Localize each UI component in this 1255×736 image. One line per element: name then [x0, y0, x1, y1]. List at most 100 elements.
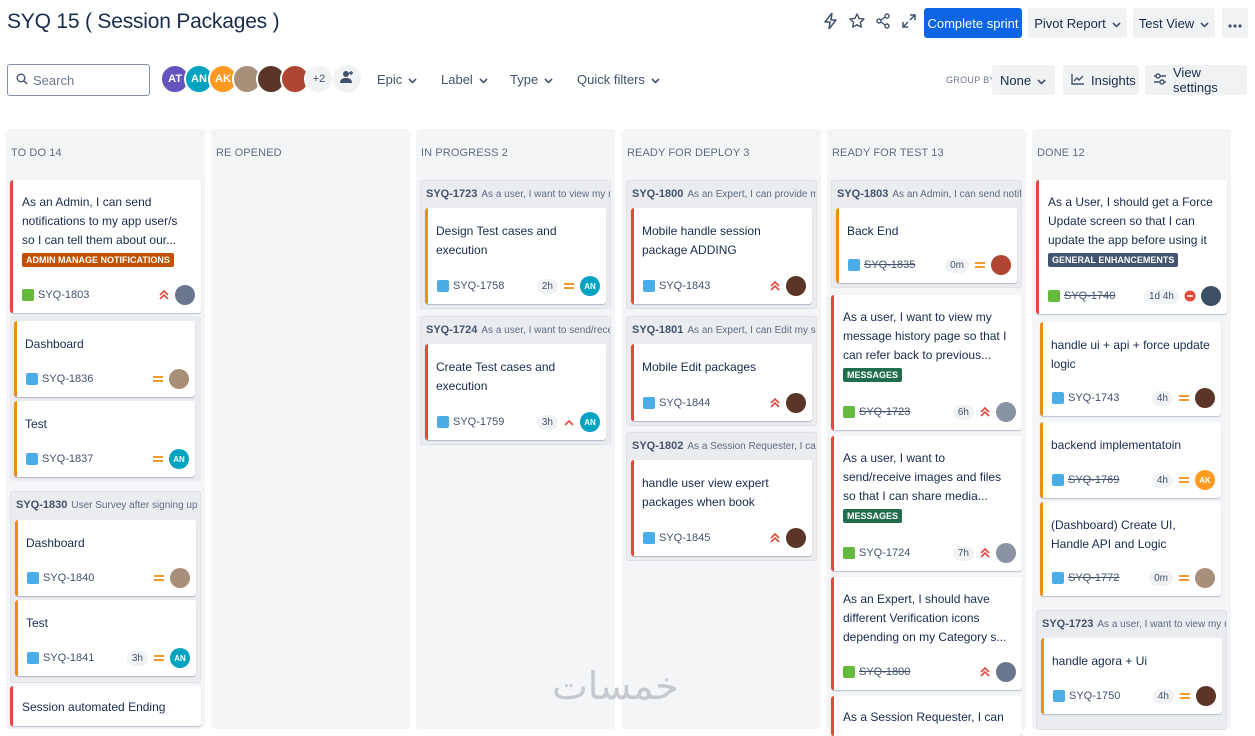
card-meta: SYQ-1740 1d 4h: [1048, 285, 1221, 307]
card-title: Back End: [847, 224, 899, 238]
more-icon: [1228, 16, 1242, 31]
issue-card[interactable]: Mobile Edit packages SYQ-1844: [631, 344, 812, 421]
chevron-down-icon: [408, 72, 417, 87]
task-icon: [848, 259, 860, 271]
issue-card[interactable]: Test SYQ-1837 AN: [14, 401, 195, 477]
assignee-avatar: AN: [169, 449, 189, 469]
parent-header[interactable]: SYQ-1724As a user, I want to send/receiv…: [421, 317, 610, 343]
card-title: As an Admin, I can send notifications to…: [22, 195, 178, 247]
card-group: Dashboard SYQ-1836 Test SYQ-1837 AN: [10, 316, 201, 481]
assignee-avatar: AN: [580, 412, 600, 432]
issue-card[interactable]: As a User, I should get a Force Update s…: [1036, 180, 1227, 314]
issue-key: SYQ-1759: [453, 416, 505, 428]
issue-card[interactable]: Mobile handle session package ADDING SYQ…: [631, 208, 812, 304]
issue-card[interactable]: handle user view expert packages when bo…: [631, 460, 812, 556]
task-icon: [437, 280, 449, 292]
assignee-avatar: [786, 276, 806, 296]
lightning-icon[interactable]: [822, 12, 840, 30]
card-meta: SYQ-1836: [26, 368, 189, 390]
parent-header[interactable]: SYQ-1803As an Admin, I can send notific.…: [832, 181, 1021, 207]
parent-group: SYQ-1803As an Admin, I can send notific.…: [831, 180, 1022, 288]
type-filter[interactable]: Type: [510, 72, 553, 87]
issue-card[interactable]: handle ui + api + force update logic SYQ…: [1040, 322, 1221, 416]
parent-header[interactable]: SYQ-1802As a Session Requester, I can c.…: [627, 433, 816, 459]
card-title: (Dashboard) Create UI, Handle API and Lo…: [1051, 518, 1176, 551]
parent-key: SYQ-1800: [632, 188, 684, 200]
search-placeholder: Search: [33, 72, 75, 88]
epic-filter[interactable]: Epic: [377, 72, 417, 87]
priority-medium-icon: [973, 258, 987, 272]
parent-summary: As a Session Requester, I can c...: [687, 440, 816, 452]
view-settings-button[interactable]: View settings: [1145, 65, 1247, 95]
assignee-avatar: [1201, 286, 1221, 306]
search-input[interactable]: Search: [7, 64, 150, 96]
parent-header[interactable]: SYQ-1801As an Expert, I can Edit my sess…: [627, 317, 816, 343]
issue-card[interactable]: backend implementatoin SYQ-1769 4h AK: [1040, 422, 1221, 498]
issue-key: SYQ-1769: [1068, 474, 1120, 486]
card-meta: SYQ-1841 3h AN: [27, 647, 190, 669]
issue-card[interactable]: (Dashboard) Create UI, Handle API and Lo…: [1040, 502, 1221, 596]
group-by-select[interactable]: None: [992, 65, 1055, 95]
column-header: READY FOR TEST 13: [832, 147, 944, 159]
issue-card[interactable]: As an Expert, I should have different Ve…: [831, 577, 1022, 690]
add-people-button[interactable]: [333, 65, 361, 93]
parent-summary: As a user, I want to send/receiv...: [481, 324, 610, 336]
issue-card[interactable]: Back End SYQ-1835 0m: [836, 208, 1017, 283]
more-actions-button[interactable]: [1222, 8, 1248, 38]
insights-button[interactable]: Insights: [1063, 65, 1139, 95]
epic-label: MESSAGES: [843, 368, 903, 382]
issue-card[interactable]: Dashboard SYQ-1836: [14, 321, 195, 397]
card-title: Mobile handle session package ADDING: [642, 224, 761, 257]
issue-card[interactable]: As an Admin, I can send notifications to…: [10, 180, 201, 313]
issue-card[interactable]: Session automated Ending: [10, 686, 201, 726]
issue-card[interactable]: handle agora + Ui SYQ-1750 4h: [1041, 638, 1222, 714]
parent-header[interactable]: SYQ-1830 User Survey after signing up: [11, 492, 200, 518]
issue-card[interactable]: Create Test cases and execution SYQ-1759…: [425, 344, 606, 440]
assignee-avatar: [1196, 686, 1216, 706]
label-filter[interactable]: Label: [441, 72, 488, 87]
unassigned-avatar: [175, 285, 195, 305]
expand-icon[interactable]: [900, 12, 918, 30]
issue-card[interactable]: Design Test cases and execution SYQ-1758…: [425, 208, 606, 304]
epic-label: MESSAGES: [843, 509, 903, 523]
column-reopened: RE OPENED: [211, 129, 410, 729]
quick-filters[interactable]: Quick filters: [577, 72, 660, 87]
star-icon[interactable]: [848, 12, 866, 30]
column-header: IN PROGRESS 2: [421, 147, 508, 159]
pivot-report-label: Pivot Report: [1034, 15, 1106, 31]
assignee-avatar: [169, 369, 189, 389]
parent-header[interactable]: SYQ-1723As a user, I want to view my m..…: [1037, 611, 1226, 637]
card-title: As a user, I want to view my message his…: [843, 310, 1007, 362]
card-meta: SYQ-1845: [643, 527, 806, 549]
issue-card[interactable]: Test SYQ-1841 3h AN: [15, 600, 196, 676]
issue-card[interactable]: Dashboard SYQ-1840: [15, 520, 196, 596]
estimate: 7h: [952, 545, 974, 561]
task-icon: [1052, 474, 1064, 486]
issue-card[interactable]: As a user, I want to view my message his…: [831, 295, 1022, 430]
priority-highest-icon: [978, 546, 992, 560]
test-view-button[interactable]: Test View: [1133, 8, 1215, 38]
card-meta: SYQ-1837 AN: [26, 448, 189, 470]
estimate: 3h: [536, 414, 558, 430]
task-icon: [1052, 392, 1064, 404]
priority-highest-icon: [768, 396, 782, 410]
story-icon: [843, 547, 855, 559]
card-title: Session automated Ending: [22, 700, 166, 714]
priority-medium-icon: [1177, 571, 1191, 585]
parent-header[interactable]: SYQ-1723As a user, I want to view my m..…: [421, 181, 610, 207]
parent-header[interactable]: SYQ-1800As an Expert, I can provide mor.…: [627, 181, 816, 207]
parent-group: SYQ-1723As a user, I want to view my m..…: [1036, 610, 1227, 730]
parent-key: SYQ-1801: [632, 324, 684, 336]
pivot-report-button[interactable]: Pivot Report: [1028, 8, 1127, 38]
type-filter-label: Type: [510, 72, 539, 87]
issue-card[interactable]: As a Session Requester, I can: [831, 696, 1022, 736]
complete-sprint-button[interactable]: Complete sprint: [924, 8, 1022, 38]
estimate: 0m: [1149, 570, 1173, 586]
task-icon: [1052, 572, 1064, 584]
priority-medium-icon: [1178, 689, 1192, 703]
issue-card[interactable]: As a user, I want to send/receive images…: [831, 436, 1022, 571]
parent-key: SYQ-1802: [632, 440, 684, 452]
share-icon[interactable]: [874, 12, 892, 30]
avatar-more[interactable]: +2: [304, 64, 334, 94]
estimate: 0m: [945, 257, 969, 273]
